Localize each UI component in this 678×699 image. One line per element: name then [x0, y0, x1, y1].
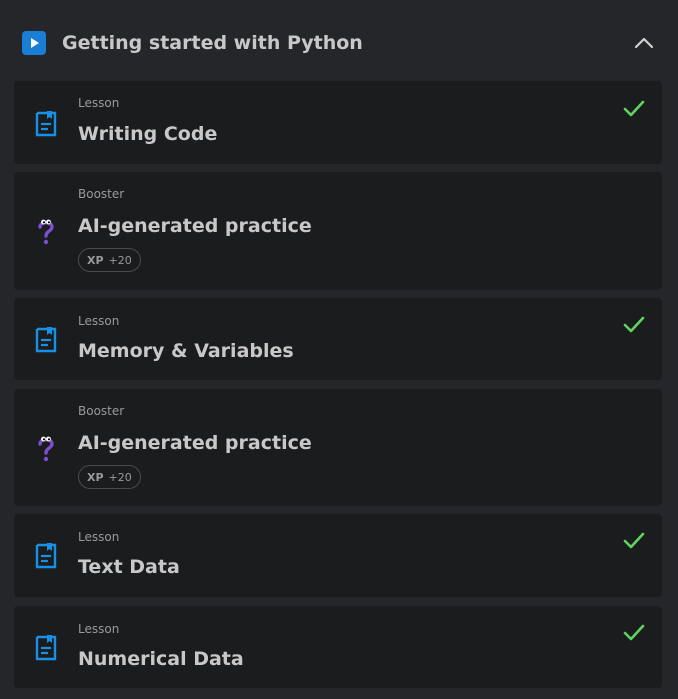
item-kind-label: Lesson	[78, 530, 120, 544]
booster-question-icon	[34, 218, 58, 246]
item-kind-label: Lesson	[78, 622, 120, 636]
item-title: Memory & Variables	[78, 340, 294, 362]
play-icon	[22, 31, 46, 55]
list-item-booster[interactable]: Booster AI-generated practice XP +20	[14, 389, 662, 506]
item-title: Writing Code	[78, 123, 218, 145]
list-item-lesson[interactable]: Lesson Memory & Variables	[14, 298, 662, 380]
list-item-lesson[interactable]: Lesson Text Data	[14, 514, 662, 597]
checkmark-icon	[622, 623, 646, 643]
item-kind-label: Booster	[78, 187, 125, 201]
item-title: Numerical Data	[78, 648, 244, 670]
checkmark-icon	[622, 531, 646, 551]
xp-badge: XP +20	[78, 465, 141, 489]
checkmark-icon	[622, 315, 646, 335]
chevron-up-icon[interactable]	[630, 30, 658, 56]
item-title: AI-generated practice	[78, 215, 312, 237]
item-kind-label: Booster	[78, 404, 125, 418]
lesson-document-icon	[34, 326, 58, 354]
list-item-booster[interactable]: Booster AI-generated practice XP +20	[14, 172, 662, 290]
item-kind-label: Lesson	[78, 314, 120, 328]
lesson-document-icon	[34, 634, 58, 662]
item-kind-label: Lesson	[78, 96, 120, 110]
item-title: Text Data	[78, 556, 180, 578]
checkmark-icon	[622, 99, 646, 119]
item-title: AI-generated practice	[78, 432, 312, 454]
xp-badge: XP +20	[78, 248, 141, 272]
list-item-lesson[interactable]: Lesson Writing Code	[14, 81, 662, 164]
xp-label: XP	[87, 253, 104, 267]
section-title: Getting started with Python	[62, 32, 363, 54]
lesson-document-icon	[34, 542, 58, 570]
xp-value: +20	[108, 253, 132, 267]
booster-question-icon	[34, 435, 58, 463]
lesson-document-icon	[34, 110, 58, 138]
course-section-panel: Getting started with Python Lesson Writi…	[0, 0, 678, 699]
xp-label: XP	[87, 470, 104, 484]
list-item-lesson[interactable]: Lesson Numerical Data	[14, 606, 662, 688]
xp-value: +20	[108, 470, 132, 484]
section-header[interactable]: Getting started with Python	[0, 0, 678, 80]
